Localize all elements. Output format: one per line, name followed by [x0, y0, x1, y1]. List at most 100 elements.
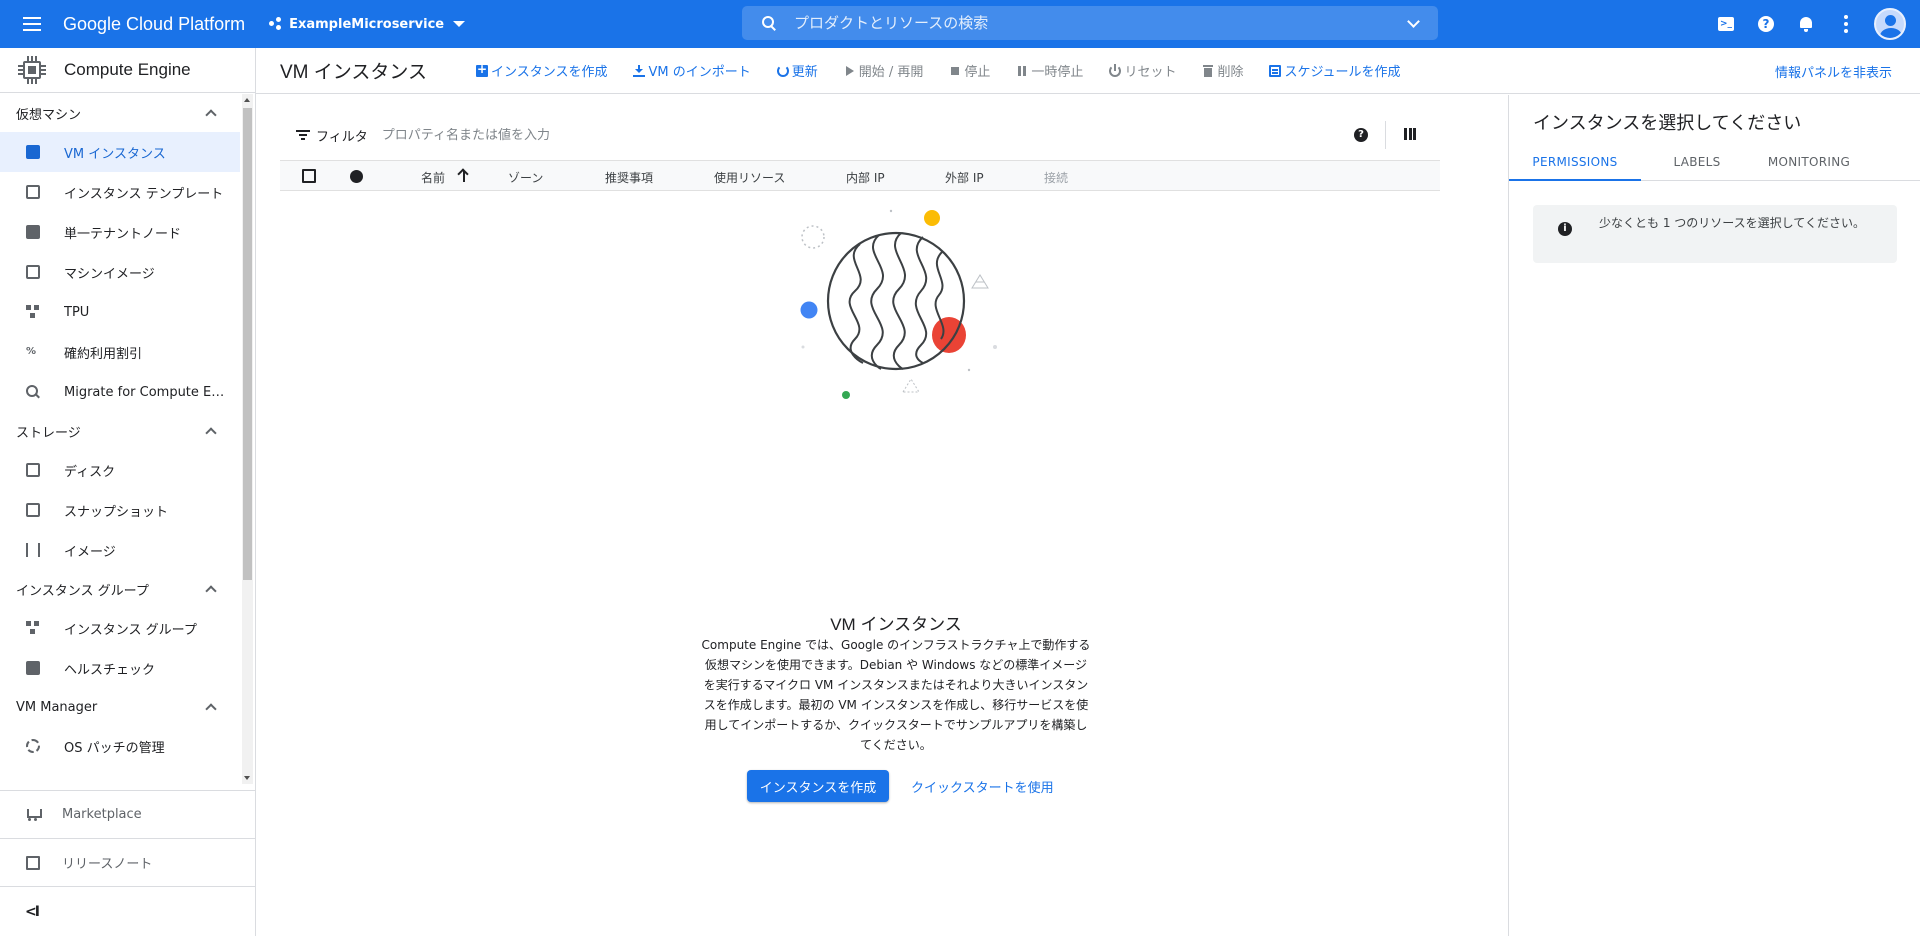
- section-instance-groups[interactable]: インスタンス グループ: [0, 570, 255, 608]
- terminal-icon: >_: [1718, 17, 1734, 31]
- sidebar-item-label: TPU: [64, 304, 90, 320]
- project-icon: [269, 17, 285, 31]
- download-icon: [633, 64, 646, 77]
- start-resume-button[interactable]: 開始 / 再開: [844, 61, 923, 80]
- column-header-zone[interactable]: ゾーン: [508, 169, 543, 186]
- sidebar-item-instance-groups[interactable]: インスタンス グループ: [0, 608, 240, 648]
- sidebar-item-instance-templates[interactable]: インスタンス テンプレート: [0, 172, 240, 212]
- sort-arrow-up-icon[interactable]: [458, 168, 470, 182]
- tab-permissions[interactable]: PERMISSIONS: [1509, 145, 1641, 181]
- create-instance-primary-button[interactable]: インスタンスを作成: [747, 770, 889, 802]
- add-box-icon: [476, 62, 488, 77]
- sidebar-item-label: 単一テナントノード: [64, 226, 182, 242]
- collapse-sidebar-button[interactable]: <I: [0, 886, 255, 936]
- info-message-text: 少なくとも 1 つのリソースを選択してください。: [1599, 216, 1865, 230]
- reset-button[interactable]: リセット: [1109, 61, 1176, 80]
- search-bar[interactable]: [742, 6, 1438, 40]
- more-options-button[interactable]: [1826, 4, 1866, 44]
- column-display-icon[interactable]: [1404, 128, 1416, 140]
- sidebar-item-snapshots[interactable]: スナップショット: [0, 490, 240, 530]
- sole-tenant-icon: [26, 225, 40, 239]
- divider: [1385, 121, 1386, 149]
- chevron-up-icon: [205, 703, 217, 715]
- sidebar-item-machine-images[interactable]: マシンイメージ: [0, 252, 240, 292]
- search-expand-icon[interactable]: [1407, 15, 1420, 28]
- snapshot-icon: [26, 503, 40, 517]
- sidebar-item-os-patch[interactable]: OS パッチの管理: [0, 726, 240, 766]
- disk-icon: [26, 463, 40, 477]
- suspend-button[interactable]: 一時停止: [1016, 61, 1083, 80]
- info-icon: i: [1558, 222, 1572, 236]
- stop-icon: [949, 65, 961, 77]
- status-column-icon: [350, 170, 363, 183]
- column-header-in-use-by[interactable]: 使用リソース: [714, 169, 785, 186]
- section-storage[interactable]: ストレージ: [0, 412, 255, 450]
- sidebar-item-committed-use[interactable]: % 確約利用割引: [0, 332, 240, 372]
- chevron-up-icon: [205, 585, 217, 597]
- tab-labels[interactable]: LABELS: [1641, 145, 1753, 181]
- tpu-icon: [26, 305, 40, 319]
- create-instance-button[interactable]: インスタンスを作成: [476, 61, 607, 80]
- sidebar-nav: 仮想マシン VM インスタンス インスタンス テンプレート 単一テナントノード …: [0, 94, 255, 784]
- column-header-internal-ip[interactable]: 内部 IP: [846, 169, 885, 186]
- section-vm-manager[interactable]: VM Manager: [0, 688, 255, 726]
- cart-icon: [26, 808, 42, 822]
- section-label: 仮想マシン: [16, 107, 82, 123]
- bell-icon: [1799, 16, 1813, 32]
- sidebar-item-images[interactable]: イメージ: [0, 530, 240, 570]
- main-content: フィルタ ? 名前 ゾーン 推奨事項 使用リソース 内部 IP 外部 IP 接続: [256, 95, 1508, 936]
- sidebar-item-sole-tenant-nodes[interactable]: 単一テナントノード: [0, 212, 240, 252]
- filter-bar: フィルタ ?: [280, 121, 1440, 149]
- refresh-button[interactable]: 更新: [776, 61, 818, 80]
- menu-icon[interactable]: [20, 12, 44, 36]
- column-header-name[interactable]: 名前: [421, 169, 445, 186]
- sidebar-item-vm-instances[interactable]: VM インスタンス: [0, 132, 240, 172]
- search-input[interactable]: [794, 14, 1394, 32]
- percent-icon: %: [26, 346, 37, 357]
- sidebar-item-label: VM インスタンス: [64, 146, 166, 162]
- health-check-icon: [26, 661, 40, 675]
- column-header-recommendations[interactable]: 推奨事項: [605, 169, 653, 186]
- button-label: スケジュールを作成: [1284, 65, 1401, 80]
- create-schedule-button[interactable]: スケジュールを作成: [1269, 61, 1401, 80]
- help-icon[interactable]: ?: [1354, 128, 1368, 142]
- sidebar-item-disks[interactable]: ディスク: [0, 450, 240, 490]
- search-icon: [762, 16, 776, 30]
- scrollbar-thumb[interactable]: [243, 108, 252, 580]
- filter-icon: [296, 130, 310, 140]
- select-all-checkbox[interactable]: [302, 169, 316, 183]
- project-selector[interactable]: ExampleMicroservice: [269, 17, 466, 32]
- button-label: 停止: [964, 65, 991, 80]
- sidebar-item-tpu[interactable]: TPU: [0, 292, 240, 332]
- sidebar-item-release-notes[interactable]: リリースノート: [0, 838, 255, 886]
- trash-icon: [1202, 64, 1214, 77]
- scroll-down-icon[interactable]: [244, 776, 250, 780]
- sidebar-title: Compute Engine: [64, 60, 191, 79]
- notifications-button[interactable]: [1786, 4, 1826, 44]
- filter-input[interactable]: [381, 127, 882, 143]
- top-bar: Google Cloud Platform ExampleMicroservic…: [0, 0, 1920, 48]
- button-label: 削除: [1217, 65, 1244, 80]
- button-label: リセット: [1124, 65, 1177, 80]
- machine-image-icon: [26, 265, 40, 279]
- button-label: 更新: [791, 65, 818, 80]
- calendar-icon: [1269, 64, 1282, 77]
- column-header-external-ip[interactable]: 外部 IP: [945, 169, 984, 186]
- section-virtual-machines[interactable]: 仮想マシン: [0, 94, 255, 132]
- cloud-shell-button[interactable]: >_: [1706, 4, 1746, 44]
- sidebar-item-marketplace[interactable]: Marketplace: [0, 790, 255, 838]
- sidebar-scrollbar[interactable]: [242, 94, 253, 784]
- scroll-up-icon[interactable]: [244, 98, 250, 102]
- quickstart-link[interactable]: クイックスタートを使用: [911, 777, 1054, 796]
- sidebar-item-migrate[interactable]: Migrate for Compute Engine: [0, 372, 240, 412]
- tab-monitoring[interactable]: MONITORING: [1753, 145, 1865, 181]
- avatar[interactable]: [1874, 8, 1906, 40]
- hide-info-panel-link[interactable]: 情報パネルを非表示: [1775, 62, 1892, 81]
- delete-button[interactable]: 削除: [1202, 61, 1243, 80]
- sidebar-item-health-checks[interactable]: ヘルスチェック: [0, 648, 240, 688]
- help-button[interactable]: ?: [1746, 4, 1786, 44]
- stop-button[interactable]: 停止: [949, 61, 990, 80]
- brand-title[interactable]: Google Cloud Platform: [63, 14, 245, 35]
- import-vm-button[interactable]: VM のインポート: [633, 61, 751, 80]
- sidebar-item-label: ヘルスチェック: [64, 662, 156, 678]
